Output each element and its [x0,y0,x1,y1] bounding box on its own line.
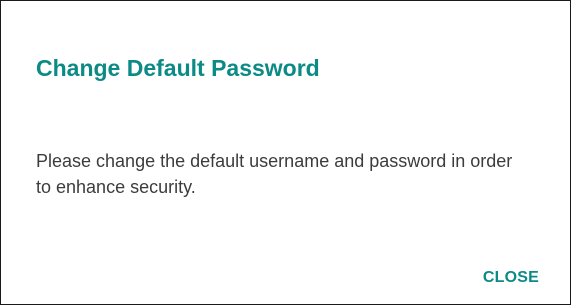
change-password-dialog: Change Default Password Please change th… [0,0,571,305]
close-button[interactable]: CLOSE [483,266,539,290]
dialog-message: Please change the default username and p… [36,151,513,197]
dialog-title: Change Default Password [36,55,320,81]
dialog-actions: CLOSE [483,263,539,293]
